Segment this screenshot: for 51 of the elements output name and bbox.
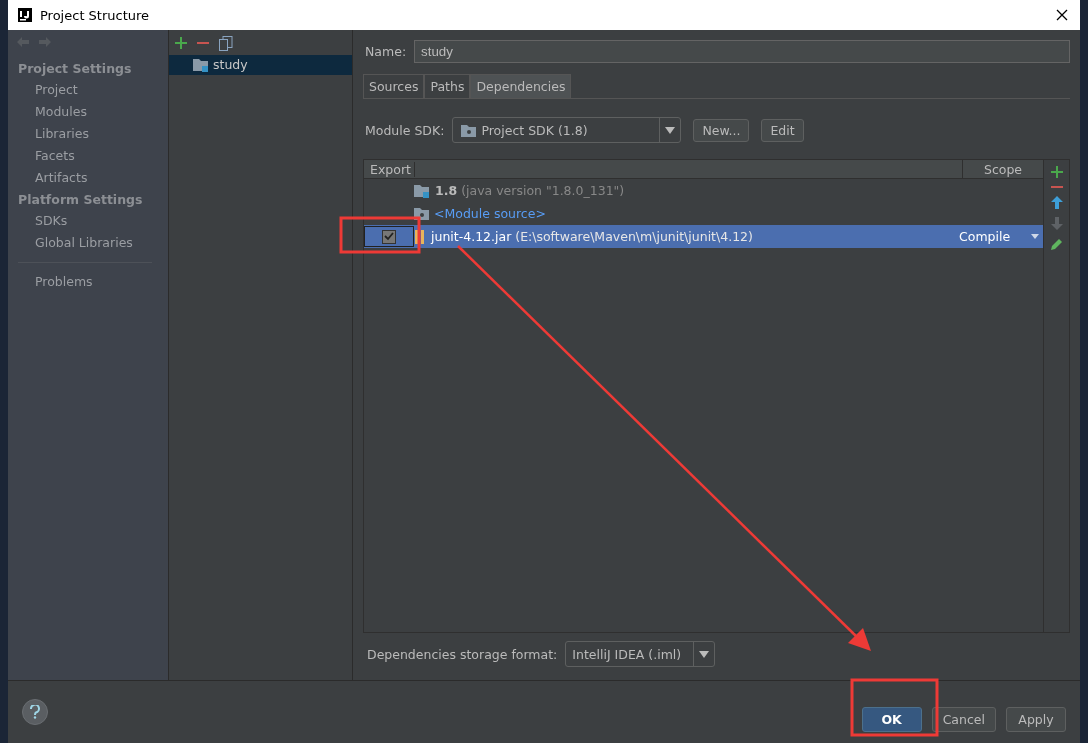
edit-pencil-icon[interactable] [1050, 238, 1063, 250]
move-up-icon[interactable] [1050, 196, 1063, 209]
export-checkbox[interactable] [364, 226, 414, 247]
nav-item[interactable]: Problems [8, 271, 168, 293]
add-icon[interactable] [1050, 166, 1063, 178]
window-title: Project Structure [40, 7, 150, 23]
dialog-button[interactable]: Cancel [931, 706, 996, 732]
sdk-dropdown[interactable]: Project SDK (1.8) [452, 117, 682, 143]
dialog-button[interactable]: OK [861, 706, 922, 732]
tab[interactable]: Sources [363, 74, 425, 98]
sdk-button[interactable]: New... [693, 118, 750, 142]
section-heading: Platform Settings [17, 191, 144, 209]
tab[interactable]: Dependencies [470, 74, 572, 98]
folder-icon [414, 183, 430, 198]
tab[interactable]: Paths [424, 74, 471, 98]
nav-item[interactable]: Libraries [8, 123, 168, 145]
nav-item[interactable]: SDKs [8, 210, 168, 232]
module-item[interactable]: study [169, 55, 352, 75]
folder-icon [193, 57, 209, 72]
nav-item[interactable]: Modules [8, 101, 168, 123]
close-icon[interactable] [1056, 9, 1068, 21]
sdk-button[interactable]: Edit [761, 118, 804, 142]
app-logo-icon [18, 8, 32, 22]
library-entry: junit-4.12.jar (E:\software\Maven\m\junit\junit\4.12) [431, 229, 753, 244]
folder-icon [414, 207, 429, 220]
storage-format-dropdown[interactable]: IntelliJ IDEA (.iml) [565, 641, 716, 667]
name-label: Name: [365, 44, 407, 59]
checkmark-icon [384, 232, 394, 241]
question-mark-icon [30, 705, 40, 719]
module-sdk-label: Module SDK: [365, 122, 445, 138]
caret-icon [1031, 234, 1039, 239]
sdk-entry: 1.8 (java version "1.8.0_131") [435, 183, 625, 198]
module-source-entry: <Module source> [434, 206, 546, 221]
nav-item[interactable]: Project [8, 79, 168, 101]
jar-icon [414, 229, 426, 244]
copy-icon[interactable] [219, 35, 233, 51]
name-field[interactable]: study [414, 40, 1070, 63]
caret-icon [699, 650, 710, 658]
storage-format-label: Dependencies storage format: [367, 646, 558, 662]
dialog-button[interactable]: Apply [1006, 706, 1066, 732]
nav-item[interactable]: Global Libraries [8, 232, 168, 254]
help-button[interactable] [22, 699, 48, 725]
column-header: Scope [982, 161, 1024, 177]
add-icon[interactable] [175, 37, 187, 49]
caret-icon [665, 126, 676, 134]
column-header: Export [364, 161, 415, 177]
scope-dropdown[interactable]: Compile [959, 229, 1043, 244]
folder-icon [461, 123, 477, 137]
nav-item[interactable]: Facets [8, 145, 168, 167]
nav-item[interactable]: Artifacts [8, 167, 168, 189]
section-heading: Project Settings [17, 60, 133, 78]
